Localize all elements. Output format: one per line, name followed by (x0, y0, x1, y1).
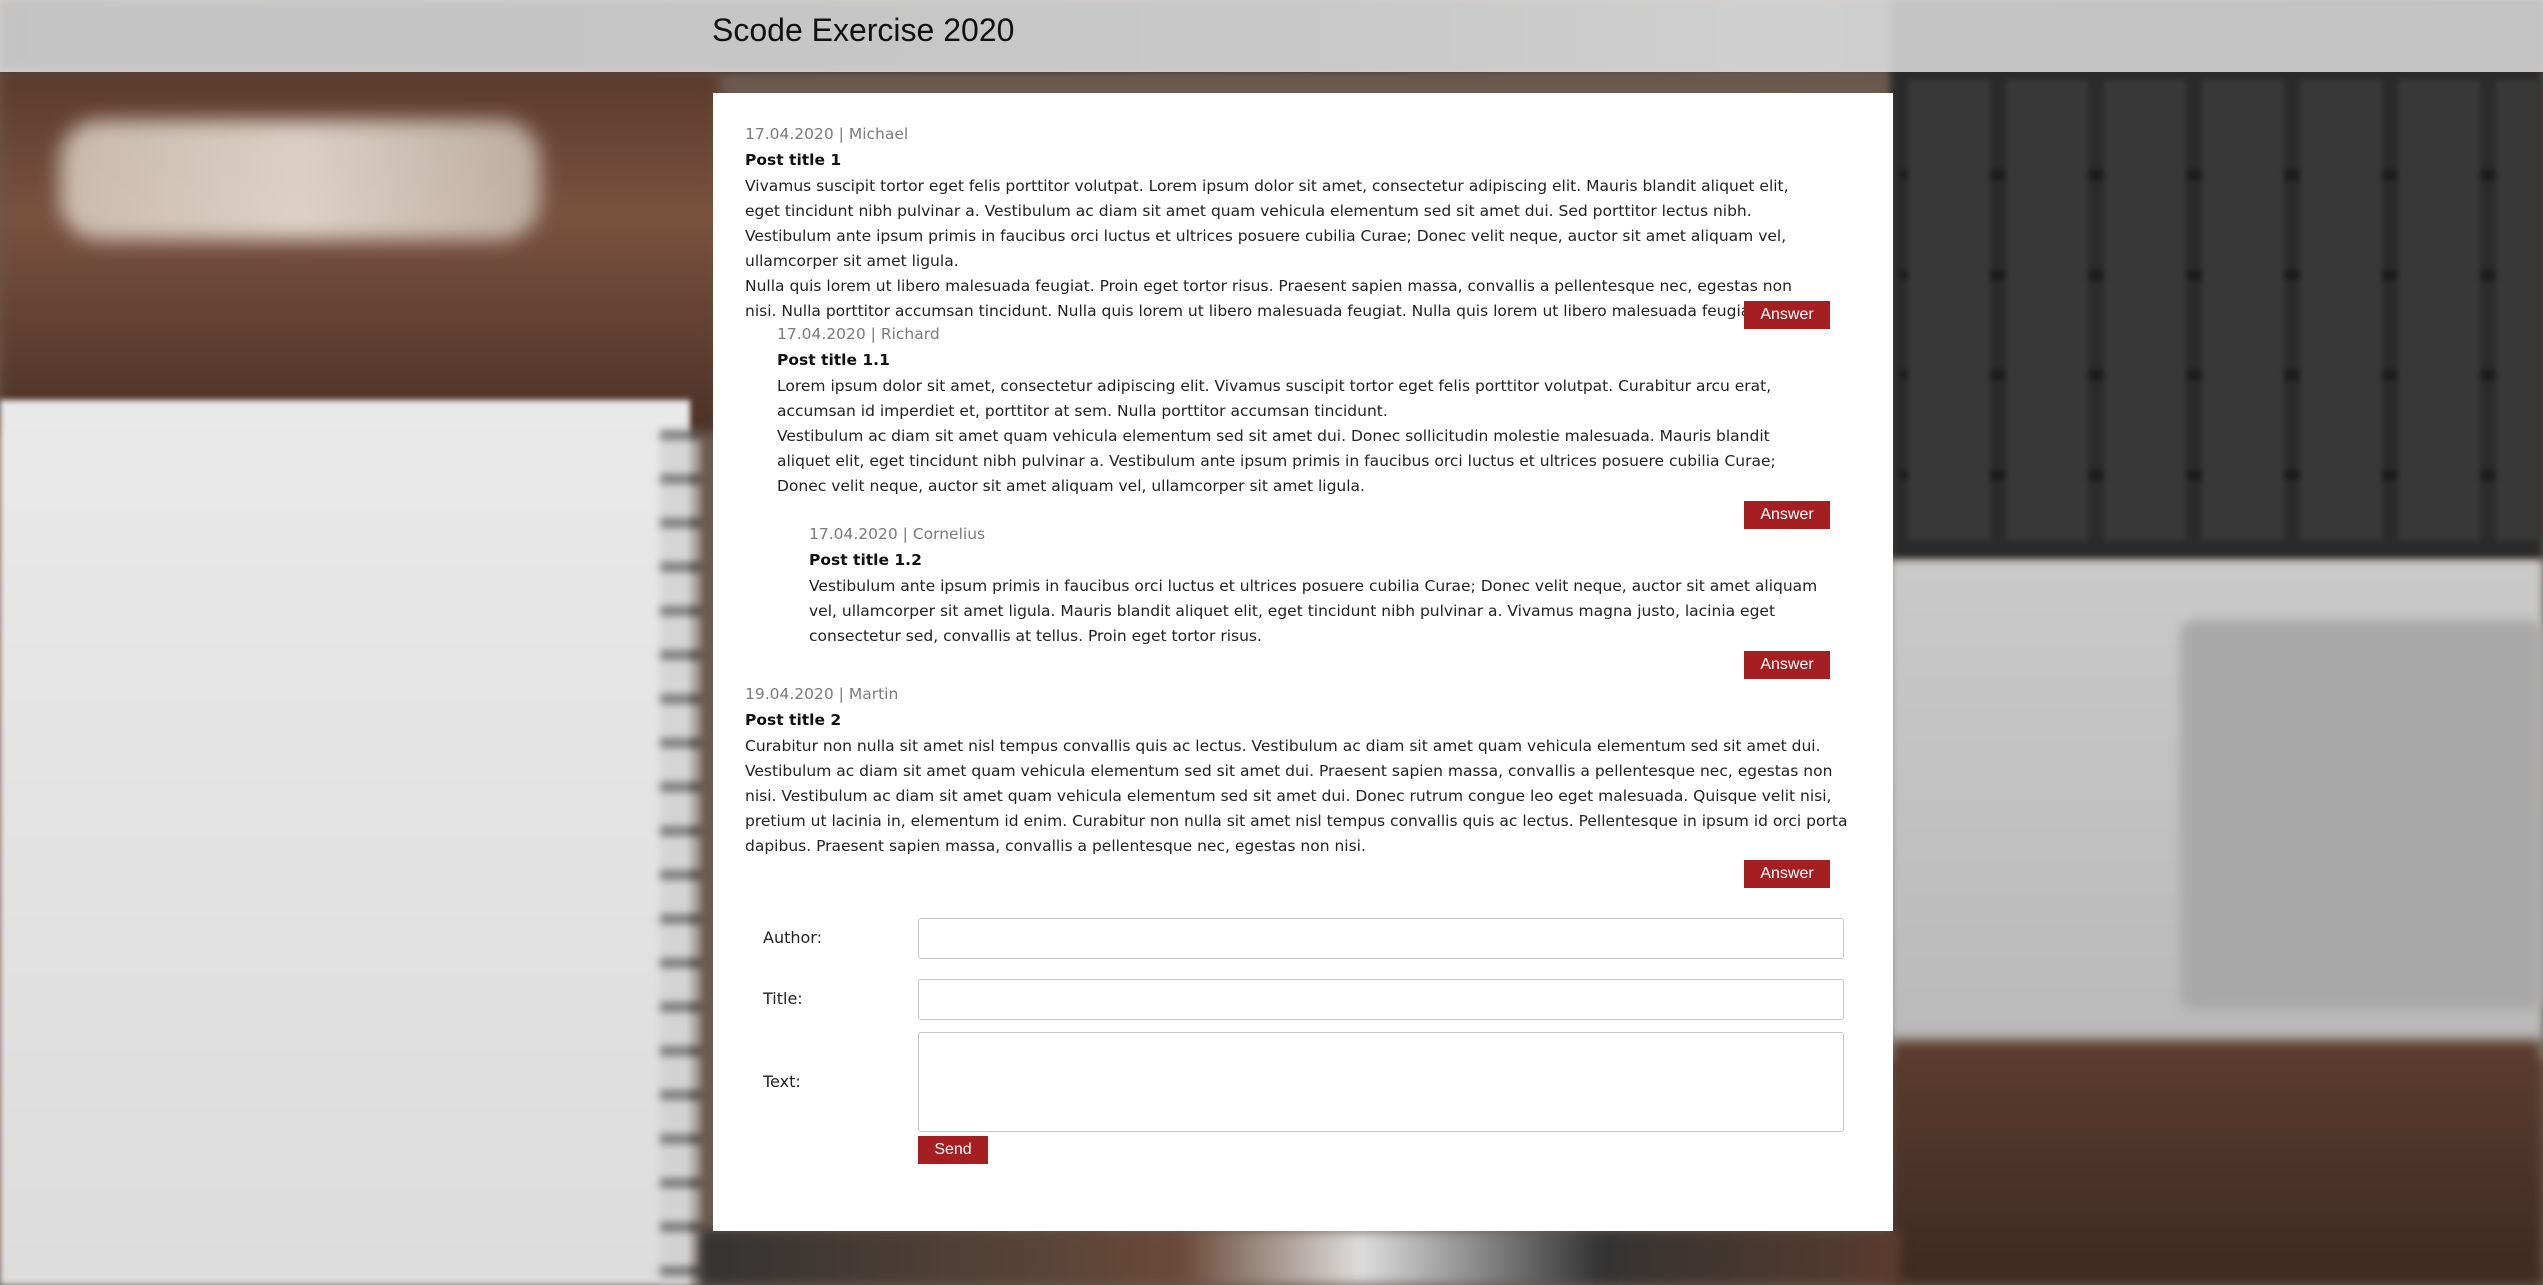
background-notebook (0, 400, 690, 1285)
send-button[interactable]: Send (918, 1136, 988, 1164)
background-bottom-wood (1890, 1040, 2543, 1285)
post-meta: 19.04.2020 | Martin (745, 685, 899, 703)
post-meta: 17.04.2020 | Cornelius (809, 525, 986, 543)
post: 17.04.2020 | Michael Post title 1 Vivamu… (745, 123, 1825, 324)
title-input[interactable] (918, 979, 1844, 1020)
background-bottom-strip (700, 1230, 1900, 1285)
background-cushion (60, 120, 540, 240)
answer-button[interactable]: Answer (1744, 860, 1830, 888)
content-card: 17.04.2020 | Michael Post title 1 Vivamu… (713, 93, 1893, 1231)
post-text: Curabitur non nulla sit amet nisl tempus… (745, 734, 1865, 859)
post-paragraph: Vestibulum ante ipsum primis in faucibus… (809, 577, 1818, 645)
post-title: Post title 2 (745, 711, 842, 729)
post-paragraph: Nulla quis lorem ut libero malesuada feu… (745, 277, 1792, 320)
post-title: Post title 1 (745, 151, 842, 169)
post-title: Post title 1.2 (809, 551, 922, 569)
answer-button[interactable]: Answer (1744, 651, 1830, 679)
author-label: Author: (763, 928, 822, 947)
post-title: Post title 1.1 (777, 351, 890, 369)
background-notebook-spiral (660, 430, 700, 1285)
text-textarea[interactable] (918, 1032, 1844, 1132)
post-text: Lorem ipsum dolor sit amet, consectetur … (777, 374, 1825, 499)
site-title: Scode Exercise 2020 (712, 12, 1015, 48)
post-meta: 17.04.2020 | Richard (777, 325, 940, 343)
site-header: Scode Exercise 2020 (0, 0, 2543, 72)
title-label: Title: (763, 989, 803, 1008)
post-paragraph: Vestibulum ac diam sit amet quam vehicul… (777, 427, 1776, 495)
post-reply: 17.04.2020 | Cornelius Post title 1.2 Ve… (809, 523, 1825, 649)
background-trackpad (2180, 620, 2543, 1010)
post: 19.04.2020 | Martin Post title 2 Curabit… (745, 683, 1865, 859)
background-keyboard-keys (1900, 80, 2540, 540)
post-text: Vestibulum ante ipsum primis in faucibus… (809, 574, 1825, 649)
post-paragraph: Curabitur non nulla sit amet nisl tempus… (745, 737, 1848, 855)
post-paragraph: Vivamus suscipit tortor eget felis portt… (745, 177, 1789, 270)
text-label: Text: (763, 1072, 801, 1091)
post-text: Vivamus suscipit tortor eget felis portt… (745, 174, 1825, 324)
post-meta: 17.04.2020 | Michael (745, 125, 909, 143)
post-paragraph: Lorem ipsum dolor sit amet, consectetur … (777, 377, 1772, 420)
post-reply: 17.04.2020 | Richard Post title 1.1 Lore… (777, 323, 1825, 499)
author-input[interactable] (918, 918, 1844, 959)
